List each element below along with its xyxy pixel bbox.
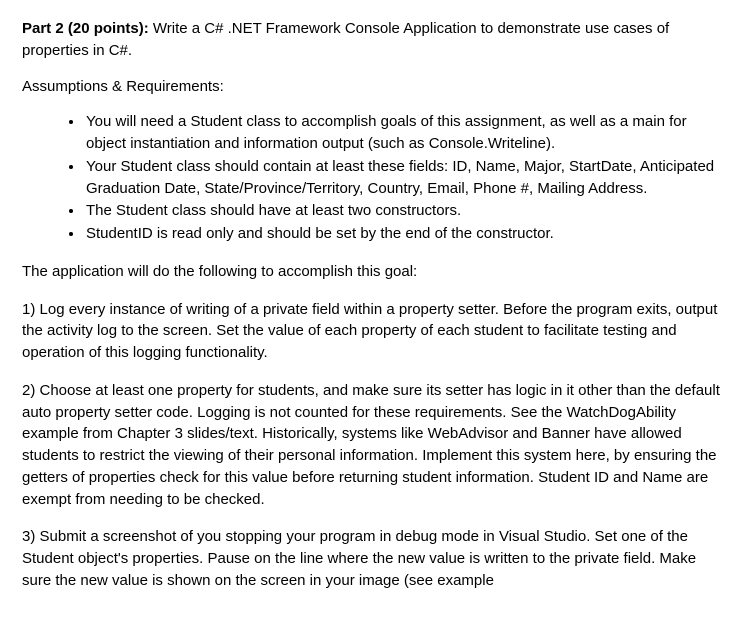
requirements-list: You will need a Student class to accompl… <box>84 111 722 245</box>
heading-title: Part 2 (20 points): <box>22 20 149 37</box>
list-item: Your Student class should contain at lea… <box>84 156 722 200</box>
paragraph-1: 1) Log every instance of writing of a pr… <box>22 299 722 364</box>
intro-line: The application will do the following to… <box>22 261 722 283</box>
paragraph-2: 2) Choose at least one property for stud… <box>22 380 722 511</box>
list-item: StudentID is read only and should be set… <box>84 223 722 245</box>
assignment-heading: Part 2 (20 points): Write a C# .NET Fram… <box>22 18 722 62</box>
assumptions-label: Assumptions & Requirements: <box>22 76 722 98</box>
paragraph-3: 3) Submit a screenshot of you stopping y… <box>22 526 722 591</box>
list-item: You will need a Student class to accompl… <box>84 111 722 155</box>
list-item: The Student class should have at least t… <box>84 200 722 222</box>
